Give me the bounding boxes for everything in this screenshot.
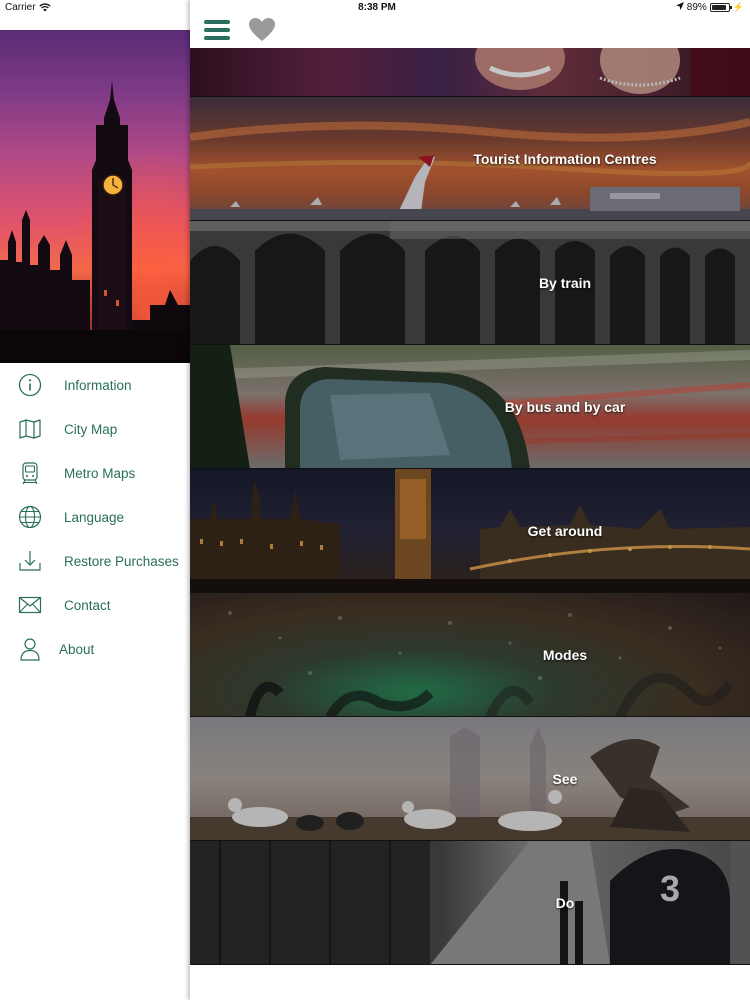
tile-modes[interactable]: Modes	[190, 593, 750, 717]
location-arrow-icon	[675, 2, 684, 13]
carrier-label: Carrier	[5, 2, 36, 13]
menu-label-information: Information	[64, 377, 132, 393]
person-icon	[18, 637, 42, 661]
battery-icon	[709, 3, 732, 12]
status-bar-left: Carrier	[5, 2, 51, 13]
tile-do[interactable]: 3 Do	[190, 841, 750, 965]
main-panel: 8:38 PM 89% ⚡ Tourist Information Centre…	[190, 0, 750, 1000]
train-icon	[18, 461, 42, 485]
status-time: 8:38 PM	[358, 2, 396, 13]
menu-label-about: About	[59, 641, 95, 657]
envelope-icon	[18, 593, 42, 617]
menu-item-restore-purchases[interactable]: Restore Purchases	[0, 539, 190, 583]
menu-item-language[interactable]: Language	[0, 495, 190, 539]
menu-item-metro-maps[interactable]: Metro Maps	[0, 451, 190, 495]
battery-percent: 89%	[686, 2, 707, 13]
tile-see[interactable]: See	[190, 717, 750, 841]
tile-label: See	[552, 770, 578, 787]
side-menu-list: Information City Map Metro Maps Language…	[0, 363, 190, 671]
tile-label: By bus and by car	[504, 398, 626, 415]
tile-tourist-information-centres[interactable]: Tourist Information Centres	[190, 97, 750, 221]
download-icon	[18, 549, 42, 573]
menu-item-about[interactable]: About	[0, 627, 190, 671]
menu-label-city-map: City Map	[64, 421, 118, 437]
menu-label-metro-maps: Metro Maps	[64, 465, 136, 481]
status-bar-right: 89% ⚡	[675, 2, 744, 13]
menu-item-city-map[interactable]: City Map	[0, 407, 190, 451]
tile-label: Tourist Information Centres	[473, 150, 657, 167]
city-hero-image	[0, 30, 190, 363]
tile-label: Do	[555, 894, 575, 911]
menu-item-contact[interactable]: Contact	[0, 583, 190, 627]
tile-by-bus-and-by-car[interactable]: By bus and by car	[190, 345, 750, 469]
side-menu: Carrier Information City Map Metro Maps …	[0, 0, 190, 1000]
menu-label-language: Language	[64, 509, 125, 525]
big-ben-silhouette	[0, 30, 190, 363]
info-circle-icon	[18, 373, 42, 397]
heart-icon[interactable]	[248, 17, 276, 43]
menu-item-information[interactable]: Information	[0, 363, 190, 407]
tile-label: By train	[538, 274, 592, 291]
tile-header-image[interactable]	[190, 48, 750, 97]
tile-get-around[interactable]: Get around	[190, 469, 750, 593]
charging-icon: ⚡	[732, 2, 744, 12]
globe-icon	[18, 505, 42, 529]
wifi-icon	[38, 3, 51, 12]
toolbar	[190, 14, 750, 48]
map-icon	[18, 417, 42, 441]
menu-label-contact: Contact	[64, 597, 111, 613]
category-list: Tourist Information Centres By train By …	[190, 48, 750, 965]
tile-label: Modes	[542, 646, 588, 663]
menu-label-restore-purchases: Restore Purchases	[64, 553, 179, 569]
hamburger-menu-icon[interactable]	[204, 18, 230, 42]
tile-by-train[interactable]: By train	[190, 221, 750, 345]
tile-label: Get around	[527, 522, 603, 539]
